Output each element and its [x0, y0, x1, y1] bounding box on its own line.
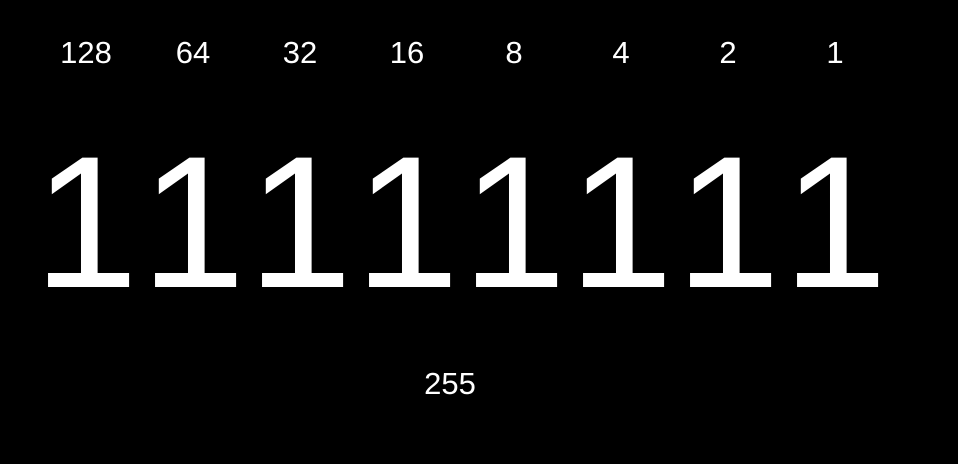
- place-value: 4: [612, 35, 630, 70]
- bit-digit: 1: [354, 117, 460, 327]
- bit-digit: 1: [461, 117, 567, 327]
- place-value: 32: [282, 35, 318, 70]
- place-value: 16: [389, 35, 425, 70]
- bit-digit: 1: [675, 117, 781, 327]
- bit-digit: 1: [33, 117, 139, 327]
- decimal-total: 255: [424, 366, 476, 401]
- place-value: 1: [826, 35, 844, 70]
- place-value: 2: [719, 35, 737, 70]
- bit-column-4: 4 1: [567, 0, 675, 464]
- place-value: 8: [505, 35, 523, 70]
- bit-column-128: 128 1: [32, 0, 140, 464]
- place-value: 128: [60, 35, 112, 70]
- bit-column-32: 32 1: [246, 0, 354, 464]
- binary-slide: 128 1 64 1 32 1 16 1 8 1 4 1 2 1 1 1 255: [0, 0, 958, 464]
- place-value: 64: [175, 35, 211, 70]
- bit-column-1: 1 1: [781, 0, 889, 464]
- bit-digit: 1: [140, 117, 246, 327]
- bit-digit: 1: [782, 117, 888, 327]
- bit-column-2: 2 1: [674, 0, 782, 464]
- bit-column-64: 64 1: [139, 0, 247, 464]
- bit-digit: 1: [568, 117, 674, 327]
- bit-digit: 1: [247, 117, 353, 327]
